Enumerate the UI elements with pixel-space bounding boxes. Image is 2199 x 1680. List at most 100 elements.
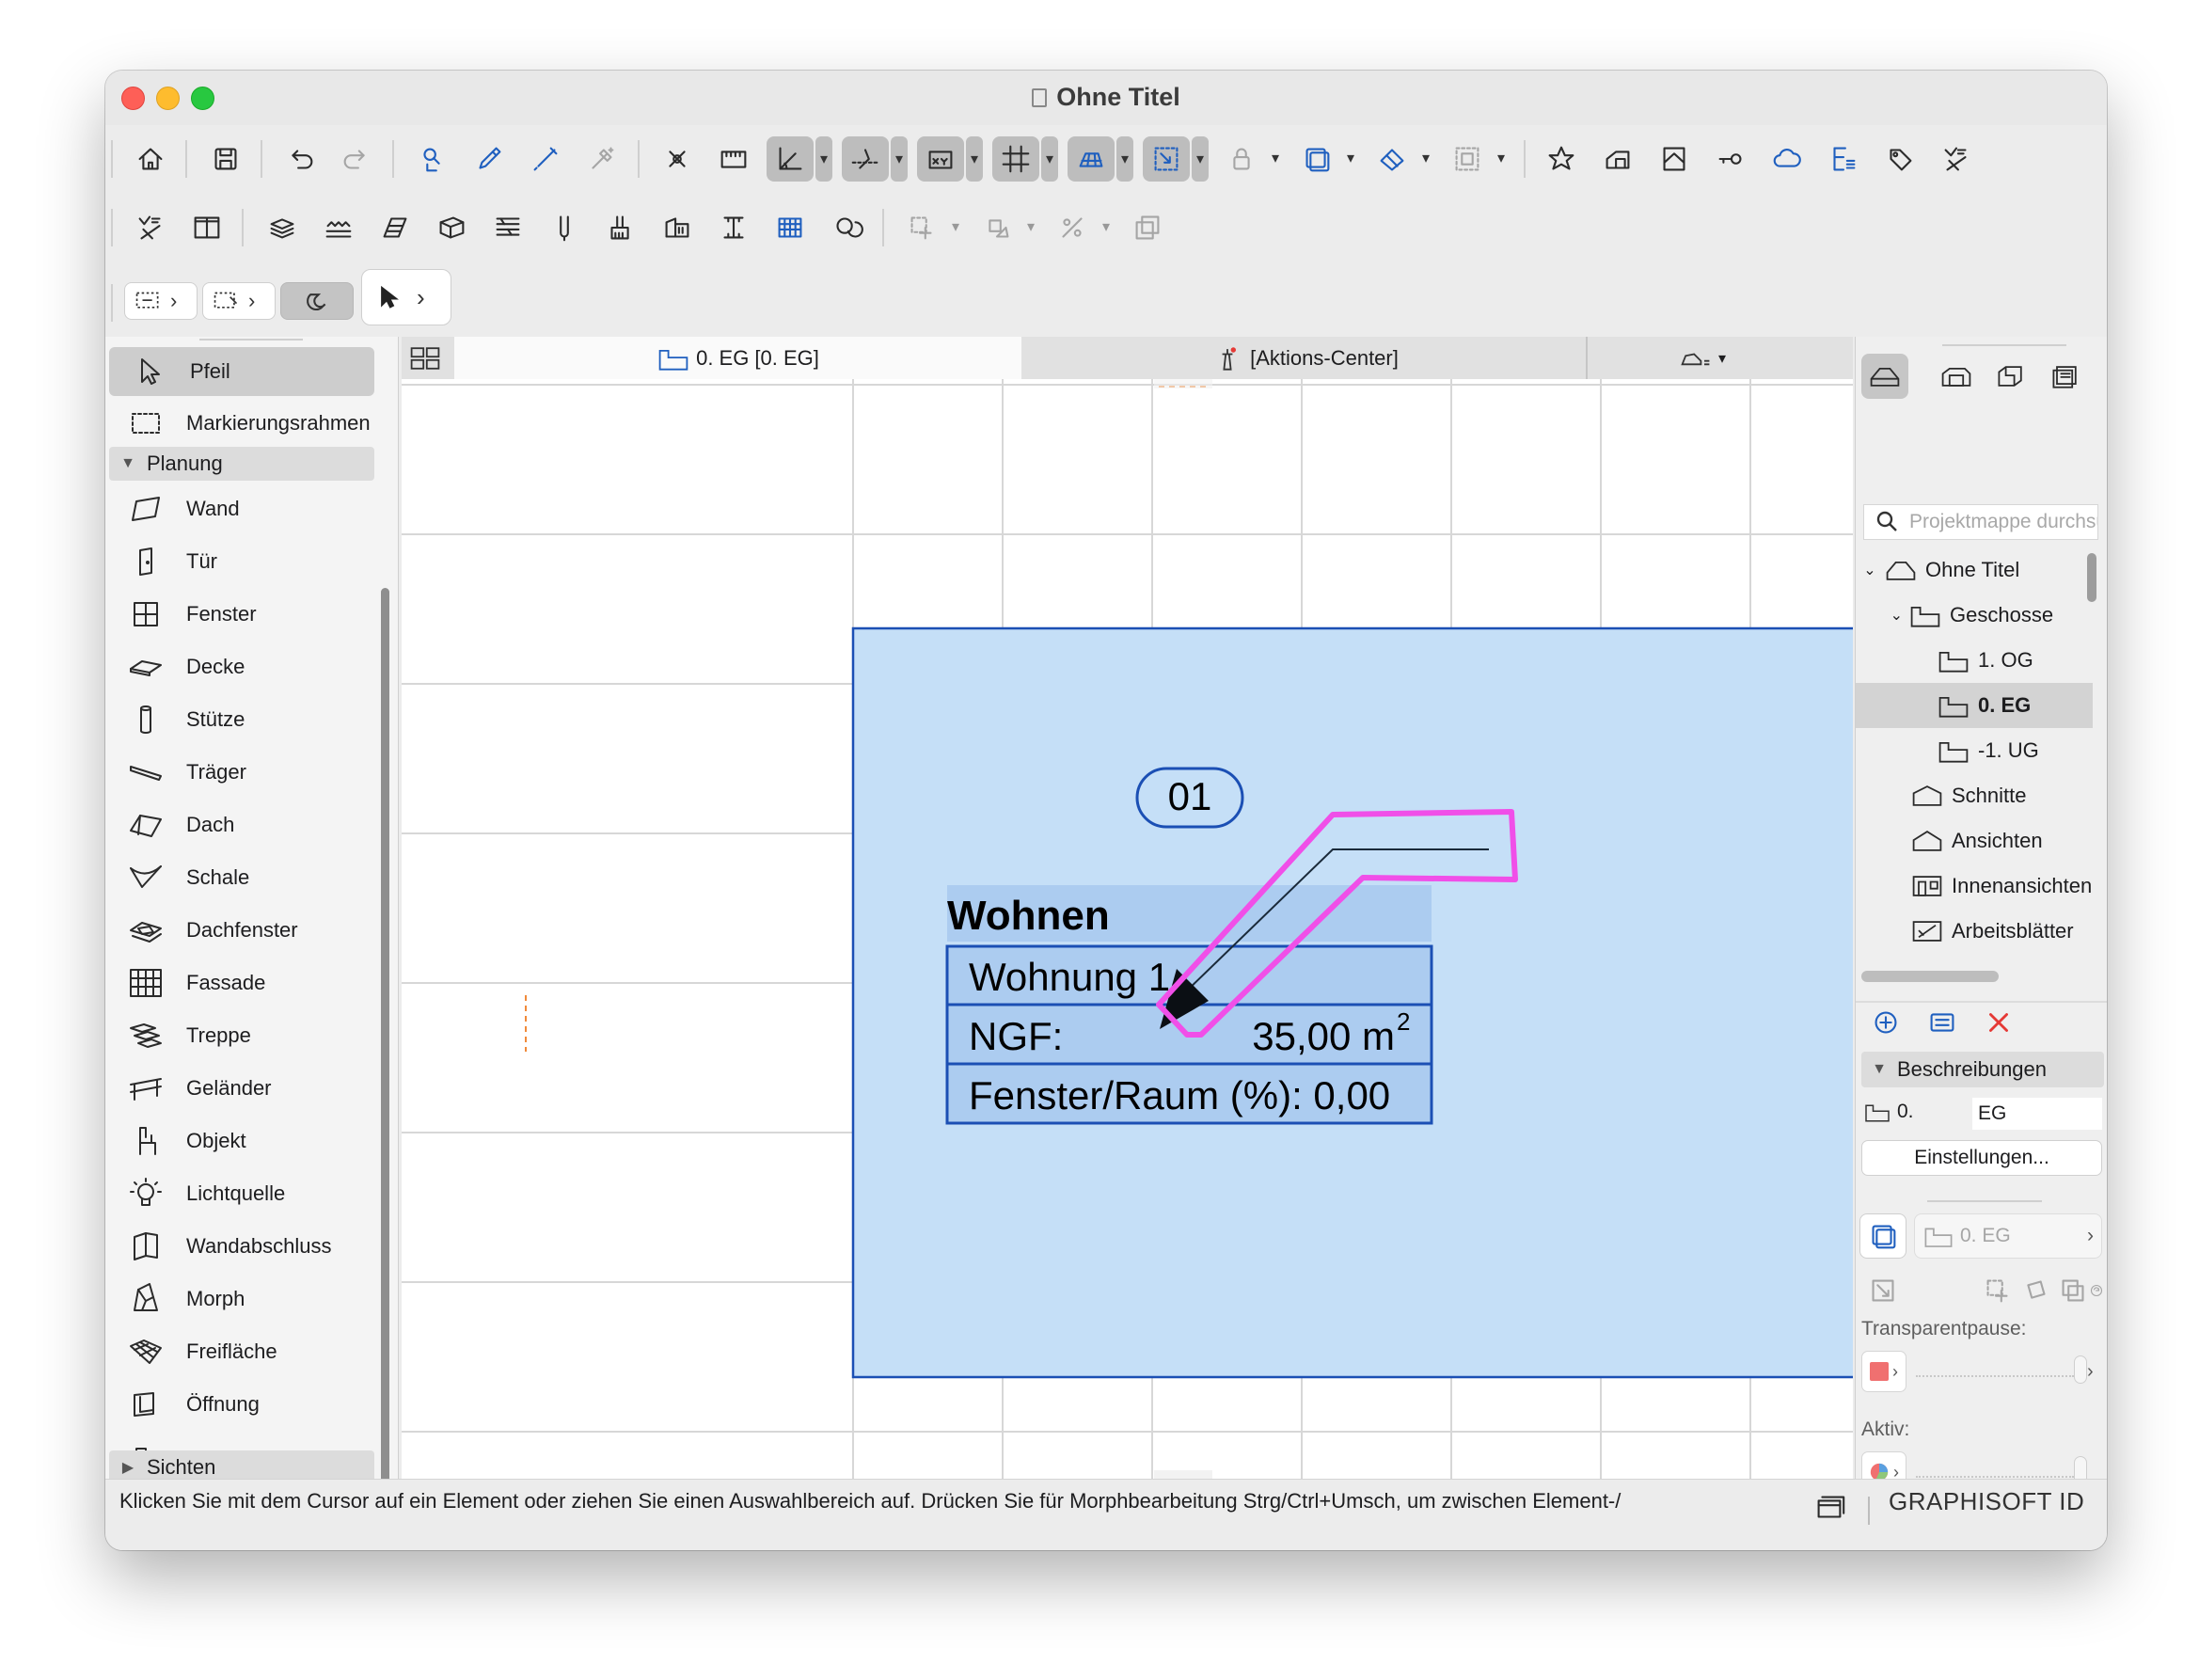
cloud-icon[interactable]	[1764, 136, 1811, 182]
tool-objekt[interactable]: Objekt	[105, 1117, 384, 1165]
tool-freiflaeche[interactable]: Freifläche	[105, 1327, 384, 1376]
view-preview-icon[interactable]	[1859, 1213, 1906, 1259]
tool-lichtquelle[interactable]: Lichtquelle	[105, 1169, 384, 1218]
eyedropper-icon[interactable]	[466, 136, 513, 182]
group-dropdown[interactable]: ▾	[1493, 146, 1510, 170]
group-icon[interactable]	[1444, 136, 1491, 182]
snap-icon[interactable]	[654, 136, 701, 182]
view-selector[interactable]: 0. EG ›	[1914, 1213, 2102, 1259]
tab-floor-plan[interactable]: 0. EG [0. EG]	[454, 337, 1021, 379]
tool-arrow[interactable]: Pfeil	[109, 347, 374, 396]
undo-icon[interactable]	[277, 136, 324, 182]
navigator-horizontal-scrollbar[interactable]	[1861, 971, 1999, 982]
home-icon[interactable]	[127, 136, 174, 182]
marquee-type-button[interactable]: ›	[202, 282, 276, 320]
tree-item-1og[interactable]: 1. OG	[1856, 638, 2093, 683]
eraser-dropdown[interactable]: ▾	[1417, 146, 1434, 170]
grid-snap-dropdown[interactable]: ▾	[1041, 136, 1058, 182]
syringe-icon[interactable]	[522, 136, 569, 182]
publisher-sets-icon[interactable]	[2042, 354, 2089, 399]
tree-item-1ug[interactable]: -1. UG	[1856, 728, 2093, 773]
duplicate-icon[interactable]	[1124, 205, 1171, 250]
save-icon[interactable]	[202, 136, 249, 182]
trace-slider-knob[interactable]	[2074, 1355, 2087, 1384]
mep-icon[interactable]	[823, 205, 870, 250]
tool-fenster[interactable]: Fenster	[105, 590, 384, 639]
rotate-dropdown[interactable]: ▾	[1022, 214, 1039, 239]
building-materials-icon[interactable]	[654, 205, 701, 250]
magic-wand-icon[interactable]	[578, 136, 625, 182]
tab-overview-grid[interactable]	[402, 337, 453, 379]
toolbox-scrollbar[interactable]	[381, 588, 389, 1479]
delete-icon[interactable]	[1975, 1000, 2022, 1045]
add-view-icon[interactable]	[1862, 1000, 1909, 1045]
split-icon[interactable]	[1049, 205, 1096, 250]
trace-slider[interactable]	[1916, 1362, 2074, 1377]
view-map-icon[interactable]	[1933, 354, 1980, 399]
pens-icon[interactable]	[541, 205, 588, 250]
tool-marquee[interactable]: Markierungsrahmen	[105, 399, 384, 448]
group-sichten-header[interactable]: ▶ Sichten	[109, 1450, 374, 1479]
rotate-icon[interactable]	[973, 205, 1020, 250]
selection-frame-icon[interactable]	[1143, 136, 1190, 182]
grid-snap-icon[interactable]	[992, 136, 1039, 182]
tree-item-project[interactable]: ⌄ Ohne Titel	[1856, 547, 2093, 593]
tool-schale[interactable]: Schale	[105, 853, 384, 902]
tool-wand[interactable]: Wand	[105, 484, 384, 533]
floor-plan-canvas[interactable]: 01 Wohnen Wohnung 1 NGF: 35,00 m 2 Fenst…	[402, 379, 1853, 1479]
tag-icon[interactable]	[1876, 136, 1923, 182]
line-types-icon[interactable]	[315, 205, 362, 250]
tree-item-arbeitsblaetter[interactable]: Arbeitsblätter	[1856, 909, 2093, 954]
redo-icon[interactable]	[333, 136, 380, 182]
lock-dropdown[interactable]: ▾	[1267, 146, 1284, 170]
tree-item-schnitte[interactable]: Schnitte	[1856, 773, 2093, 818]
tool-gelaender[interactable]: Geländer	[105, 1064, 384, 1113]
zones-icon[interactable]	[767, 205, 814, 250]
group-planung-header[interactable]: ▼ Planung	[109, 447, 374, 481]
construction-grid-icon[interactable]	[1068, 136, 1115, 182]
view-settings-icon[interactable]	[1919, 1000, 1966, 1045]
graphisoft-id-link[interactable]: GRAPHISOFT ID	[1889, 1487, 2084, 1516]
eraser-icon[interactable]	[1368, 136, 1416, 182]
attribute-list-icon[interactable]	[1820, 136, 1867, 182]
tool-dach[interactable]: Dach	[105, 800, 384, 849]
move-icon[interactable]	[898, 205, 945, 250]
story-name-field[interactable]: EG	[1972, 1098, 2102, 1130]
tool-fassade[interactable]: Fassade	[105, 959, 384, 1007]
tree-item-ansichten[interactable]: Ansichten	[1856, 818, 2093, 864]
tool-traeger[interactable]: Träger	[105, 748, 384, 797]
tool-wandabschluss[interactable]: Wandabschluss	[105, 1222, 384, 1271]
section-beschreibungen[interactable]: ▼ Beschreibungen	[1861, 1052, 2104, 1087]
surfaces-icon[interactable]	[597, 205, 644, 250]
tool-oeffnung[interactable]: Öffnung	[105, 1380, 384, 1429]
window-layout-icon[interactable]	[1806, 1485, 1853, 1530]
tool-dachfenster[interactable]: Dachfenster	[105, 906, 384, 955]
tool-stuetze[interactable]: Stütze	[105, 695, 384, 744]
tool-decke[interactable]: Decke	[105, 642, 384, 691]
magnet-icon[interactable]	[280, 282, 354, 320]
angle-guide-icon[interactable]	[767, 136, 814, 182]
marquee-mode-button[interactable]: ›	[124, 282, 198, 320]
split-view-icon[interactable]	[183, 205, 230, 250]
coordinates-dropdown[interactable]: ▾	[966, 136, 983, 182]
refresh-icon[interactable]	[2087, 1268, 2106, 1313]
fill-types-icon[interactable]	[372, 205, 419, 250]
profiles-icon[interactable]	[484, 205, 531, 250]
favorites-star-icon[interactable]	[1538, 136, 1585, 182]
construction-grid-dropdown[interactable]: ▾	[1116, 136, 1133, 182]
settings-button[interactable]: Einstellungen...	[1861, 1140, 2102, 1176]
guide-lines-icon[interactable]	[842, 136, 889, 182]
selection-frame-dropdown[interactable]: ▾	[1192, 136, 1209, 182]
graphic-override-icon[interactable]	[1933, 136, 1980, 182]
section-view-icon[interactable]	[1651, 136, 1698, 182]
navigator-vertical-scrollbar[interactable]	[2087, 553, 2096, 602]
layer-group-icon[interactable]	[1293, 136, 1340, 182]
trace-expand-arrow[interactable]: ›	[2087, 1351, 2104, 1392]
tab-action-center[interactable]: [Aktions-Center]	[1023, 337, 1588, 379]
split-dropdown[interactable]: ▾	[1098, 214, 1115, 239]
model-view-options-icon[interactable]	[127, 205, 174, 250]
tree-item-0eg[interactable]: 0. EG	[1856, 683, 2093, 728]
composites-icon[interactable]	[428, 205, 475, 250]
project-map-icon[interactable]	[1861, 354, 1908, 399]
3d-view-icon[interactable]	[1594, 136, 1641, 182]
